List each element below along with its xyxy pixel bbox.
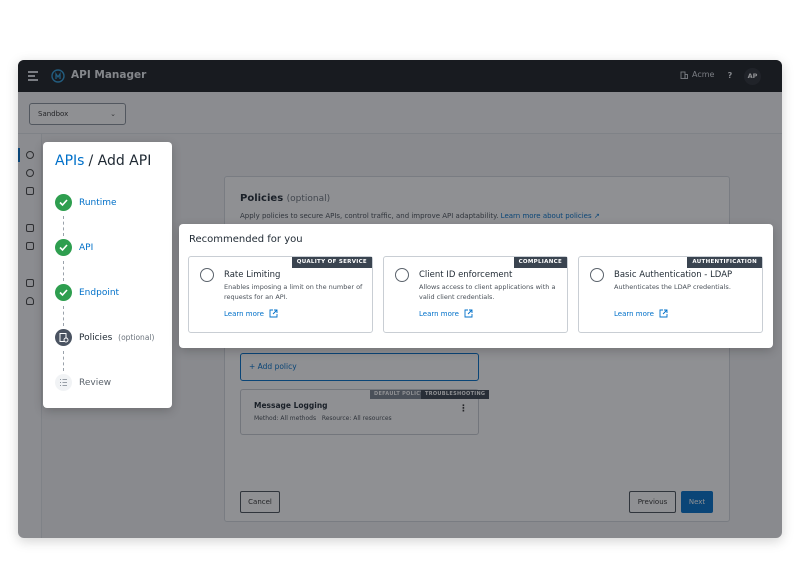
step-complete-icon bbox=[55, 194, 72, 211]
step-connector bbox=[63, 261, 64, 281]
step-api[interactable]: API bbox=[79, 243, 93, 253]
step-complete-icon bbox=[55, 284, 72, 301]
category-badge: COMPLIANCE bbox=[513, 257, 567, 268]
step-connector bbox=[63, 216, 64, 236]
step-runtime[interactable]: Runtime bbox=[79, 198, 117, 208]
step-connector bbox=[63, 351, 64, 371]
step-complete-icon bbox=[55, 239, 72, 256]
step-review: Review bbox=[79, 378, 112, 388]
recommended-panel: Recommended for you QUALITY OF SERVICE R… bbox=[179, 224, 773, 348]
policy-name: Client ID enforcement bbox=[419, 270, 513, 280]
radio-button[interactable] bbox=[395, 268, 409, 282]
wizard-steps-panel: APIs / Add API Runtime API Endpoint Polic… bbox=[43, 142, 172, 408]
step-endpoint[interactable]: Endpoint bbox=[79, 288, 119, 298]
category-badge: QUALITY OF SERVICE bbox=[291, 257, 372, 268]
category-badge: AUTHENTIFICATION bbox=[687, 257, 762, 268]
policy-name: Rate Limiting bbox=[224, 270, 281, 280]
external-link-icon bbox=[659, 309, 668, 318]
step-policies-label: Policies bbox=[79, 333, 113, 343]
policy-name: Basic Authentication - LDAP bbox=[614, 270, 733, 280]
breadcrumb: APIs / Add API bbox=[55, 153, 151, 169]
learn-more-text: Learn more bbox=[224, 309, 264, 318]
learn-more-text: Learn more bbox=[614, 309, 654, 318]
step-policies: Policies (optional) bbox=[79, 333, 154, 343]
radio-button[interactable] bbox=[590, 268, 604, 282]
policy-description: Enables imposing a limit on the number o… bbox=[224, 283, 363, 301]
learn-more-text: Learn more bbox=[419, 309, 459, 318]
breadcrumb-apis-link[interactable]: APIs bbox=[55, 153, 84, 169]
external-link-icon bbox=[269, 309, 278, 318]
radio-button[interactable] bbox=[200, 268, 214, 282]
recommendation-card-basic-auth-ldap[interactable]: AUTHENTIFICATION Basic Authentication - … bbox=[578, 256, 763, 333]
step-connector bbox=[63, 306, 64, 326]
recommendation-card-client-id[interactable]: COMPLIANCE Client ID enforcement Allows … bbox=[383, 256, 568, 333]
breadcrumb-current: / Add API bbox=[88, 153, 152, 169]
learn-more-link[interactable]: Learn more bbox=[419, 309, 473, 318]
external-link-icon bbox=[464, 309, 473, 318]
learn-more-link[interactable]: Learn more bbox=[224, 309, 278, 318]
recommended-title: Recommended for you bbox=[189, 234, 303, 245]
policy-step-icon bbox=[55, 329, 72, 346]
policy-description: Authenticates the LDAP credentials. bbox=[614, 283, 731, 291]
list-icon bbox=[55, 374, 72, 391]
step-policies-optional: (optional) bbox=[118, 333, 155, 342]
learn-more-link[interactable]: Learn more bbox=[614, 309, 668, 318]
recommendation-card-rate-limiting[interactable]: QUALITY OF SERVICE Rate Limiting Enables… bbox=[188, 256, 373, 333]
policy-description: Allows access to client applications wit… bbox=[419, 283, 556, 301]
